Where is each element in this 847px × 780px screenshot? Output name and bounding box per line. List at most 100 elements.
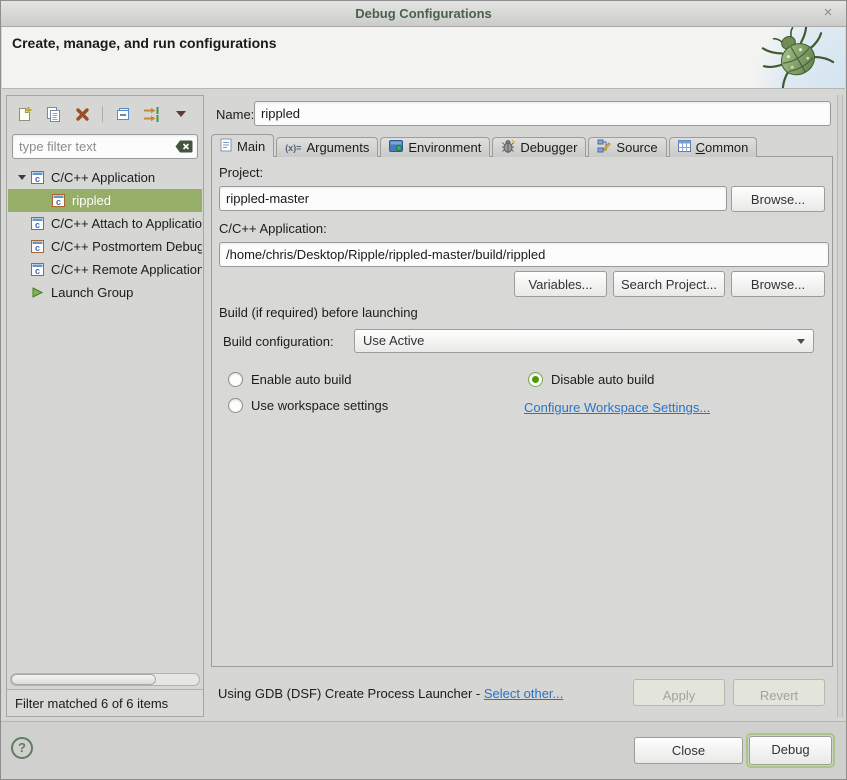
tree-item-label: C/C++ Postmortem Debugger [51,239,202,254]
tree-item-label: Launch Group [51,285,133,300]
tab-label: Environment [408,140,481,155]
tree-item-label: C/C++ Remote Application [51,262,202,277]
c-application-icon: c [30,216,46,231]
debug-button[interactable]: Debug [749,736,832,765]
c-application-icon: c [30,262,46,277]
filter-input[interactable] [12,134,198,159]
tab-common[interactable]: Common [669,137,758,157]
project-browse-button[interactable]: Browse... [731,186,825,212]
revert-button[interactable]: Revert [733,679,825,706]
apply-button[interactable]: Apply [633,679,725,706]
enable-auto-build-radio[interactable]: Enable auto build [228,372,351,387]
tab-strip: Main (x)= Arguments Environment Debugger [211,134,759,157]
project-input[interactable] [219,186,727,211]
tree-item-label: C/C++ Application [51,170,155,185]
arguments-tab-icon: (x)= [285,143,301,153]
sidebar-toolbar [15,102,199,126]
build-configuration-value: Use Active [363,333,424,348]
debugger-tab-icon [501,139,515,156]
vertical-scrollbar-track[interactable] [837,95,843,717]
svg-text:c: c [35,174,40,184]
collapse-all-icon[interactable] [113,105,132,124]
c-application-icon: c [51,193,67,208]
window-close-button[interactable]: × [820,5,836,21]
select-other-link[interactable]: Select other... [484,686,564,701]
configurations-tree: c C/C++ Application c rippled c [8,166,202,670]
radio-circle[interactable] [528,372,543,387]
application-label: C/C++ Application: [219,221,327,236]
source-tab-icon [597,139,611,156]
tab-main[interactable]: Main [211,134,274,157]
scrollbar-thumb[interactable] [11,674,156,685]
sidebar-horizontal-scrollbar[interactable] [10,673,200,686]
variables-button[interactable]: Variables... [514,271,607,297]
tree-item-label: C/C++ Attach to Application [51,216,202,231]
tree-item-label: rippled [72,193,111,208]
header-banner: Create, manage, and run configurations [2,27,845,89]
radio-label: Disable auto build [551,372,654,387]
build-configuration-dropdown[interactable]: Use Active [354,329,814,353]
build-section-label: Build (if required) before launching [219,305,418,320]
tree-item-cpp-remote[interactable]: c C/C++ Remote Application [8,258,202,281]
tab-label: Debugger [520,140,577,155]
c-application-icon: c [30,170,46,185]
close-button[interactable]: Close [634,737,743,764]
tab-label: Source [616,140,657,155]
window-title: Debug Configurations [1,6,846,21]
tree-item-cpp-application[interactable]: c C/C++ Application [8,166,202,189]
launcher-info: Using GDB (DSF) Create Process Launcher … [218,686,563,701]
use-workspace-settings-radio[interactable]: Use workspace settings [228,398,388,413]
tab-source[interactable]: Source [588,137,666,157]
tree-item-rippled[interactable]: c rippled [8,189,202,212]
delete-configuration-icon[interactable] [73,105,92,124]
new-configuration-icon[interactable] [15,105,34,124]
debug-configurations-dialog: Debug Configurations × Create, manage, a… [0,0,847,780]
filter-configurations-icon[interactable] [142,105,161,124]
svg-text:c: c [56,197,61,207]
launch-group-icon [30,285,46,300]
radio-label: Enable auto build [251,372,351,387]
header-title: Create, manage, and run configurations [12,35,277,51]
launcher-text: Using GDB (DSF) Create Process Launcher … [218,686,484,701]
dialog-footer: ? Close Debug [1,721,846,779]
tab-debugger[interactable]: Debugger [492,137,586,157]
debug-bug-icon [757,27,837,91]
tree-item-cpp-attach[interactable]: c C/C++ Attach to Application [8,212,202,235]
tab-arguments[interactable]: (x)= Arguments [276,137,378,157]
toolbar-menu-icon[interactable] [171,105,190,124]
svg-text:c: c [35,220,40,230]
configure-workspace-settings-link[interactable]: Configure Workspace Settings... [524,400,710,415]
toolbar-separator [102,106,103,122]
application-path-input[interactable] [219,242,829,267]
duplicate-configuration-icon[interactable] [44,105,63,124]
expander-icon[interactable] [14,175,30,180]
tree-item-launch-group[interactable]: Launch Group [8,281,202,304]
svg-text:c: c [35,266,40,276]
name-input[interactable] [254,101,831,126]
svg-text:c: c [35,243,40,253]
title-bar: Debug Configurations × [1,1,846,27]
project-label: Project: [219,165,263,180]
application-browse-button[interactable]: Browse... [731,271,825,297]
radio-label: Use workspace settings [251,398,388,413]
build-configuration-label: Build configuration: [223,334,334,349]
name-label: Name: [216,107,254,122]
search-project-button[interactable]: Search Project... [613,271,725,297]
main-tab-icon [220,138,232,155]
debug-button-focus-ring: Debug [746,733,835,768]
help-button[interactable]: ? [11,737,33,759]
filter-box [12,134,198,159]
common-tab-icon [678,140,691,155]
tab-label: Common [696,140,749,155]
disable-auto-build-radio[interactable]: Disable auto build [528,372,654,387]
radio-circle[interactable] [228,372,243,387]
c-application-icon: c [30,239,46,254]
clear-filter-icon[interactable] [175,140,193,156]
tab-label: Main [237,139,265,154]
filter-status: Filter matched 6 of 6 items [7,689,203,716]
tab-label: Arguments [306,140,369,155]
radio-circle[interactable] [228,398,243,413]
tab-environment[interactable]: Environment [380,137,490,157]
tree-item-cpp-postmortem[interactable]: c C/C++ Postmortem Debugger [8,235,202,258]
chevron-down-icon [797,339,805,344]
